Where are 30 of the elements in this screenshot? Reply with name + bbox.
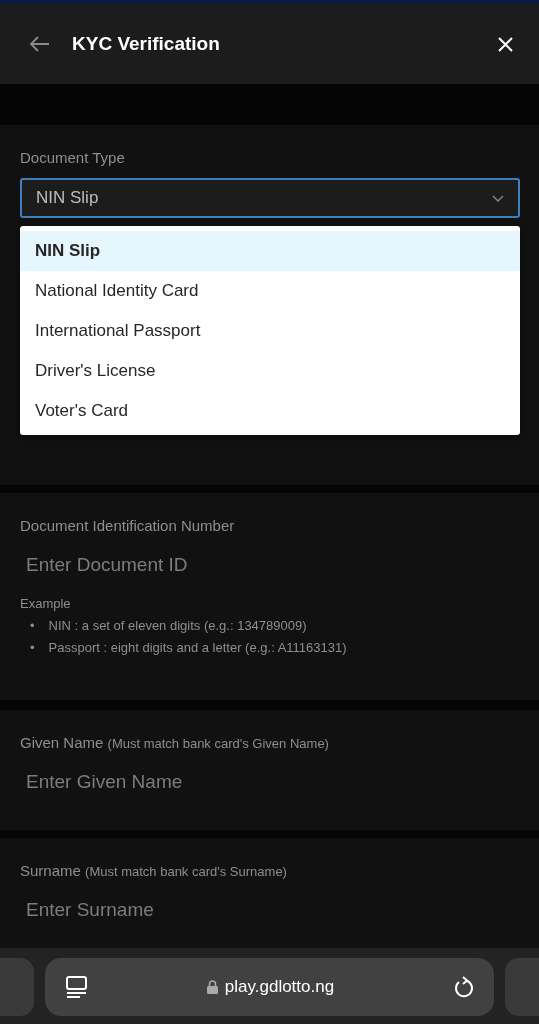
field-label: Given Name (Must match bank card's Given Name) bbox=[20, 734, 330, 751]
document-type-select[interactable]: NIN Slip bbox=[20, 178, 520, 218]
dropdown-option[interactable]: International Passport bbox=[20, 311, 520, 351]
page-title: KYC Verification bbox=[72, 33, 221, 55]
form-card[interactable]: Surname (Must match bank card's Surname) Enter Surname bbox=[0, 838, 539, 948]
close-icon[interactable] bbox=[498, 36, 513, 52]
list-bullet: • bbox=[30, 617, 35, 635]
example-heading: Example bbox=[20, 596, 72, 611]
dropdown-option[interactable]: NIN Slip bbox=[20, 231, 520, 271]
field-label: Document Type bbox=[20, 149, 126, 166]
text-input[interactable]: Enter Document ID bbox=[20, 545, 520, 585]
field-label: Document Identification Number bbox=[20, 517, 236, 534]
address-bar[interactable]: play.gdlotto.ng bbox=[45, 958, 494, 1016]
text-input[interactable]: Enter Surname bbox=[20, 890, 520, 930]
dropdown-option[interactable]: Voter's Card bbox=[20, 391, 520, 431]
field-label: Surname (Must match bank card's Surname) bbox=[20, 862, 288, 879]
form-card[interactable]: Document Identification Number Enter Document ID Example • NIN : a set of eleven digits (e.g.: 134789009) • Passport : eight digits and a letter (e.g.: A11163131) bbox=[0, 493, 539, 700]
reload-icon[interactable] bbox=[454, 976, 474, 998]
example-text: NIN : a set of eleven digits (e.g.: 134789009) bbox=[48, 617, 307, 635]
tabs-icon[interactable] bbox=[66, 975, 87, 999]
text-input[interactable]: Enter Given Name bbox=[20, 762, 520, 802]
form-card[interactable]: Given Name (Must match bank card's Given Name) Enter Given Name bbox=[0, 710, 539, 830]
list-bullet: • bbox=[30, 639, 35, 657]
chevron-down-icon bbox=[492, 194, 504, 202]
dropdown-option[interactable]: Driver's License bbox=[20, 351, 520, 391]
back-icon[interactable] bbox=[30, 36, 50, 52]
url-text: play.gdlotto.ng bbox=[224, 977, 335, 997]
dropdown-option[interactable]: National Identity Card bbox=[20, 271, 520, 311]
lock-icon bbox=[206, 980, 218, 994]
example-text: Passport : eight digits and a letter (e.g.: A11163131) bbox=[48, 639, 347, 657]
